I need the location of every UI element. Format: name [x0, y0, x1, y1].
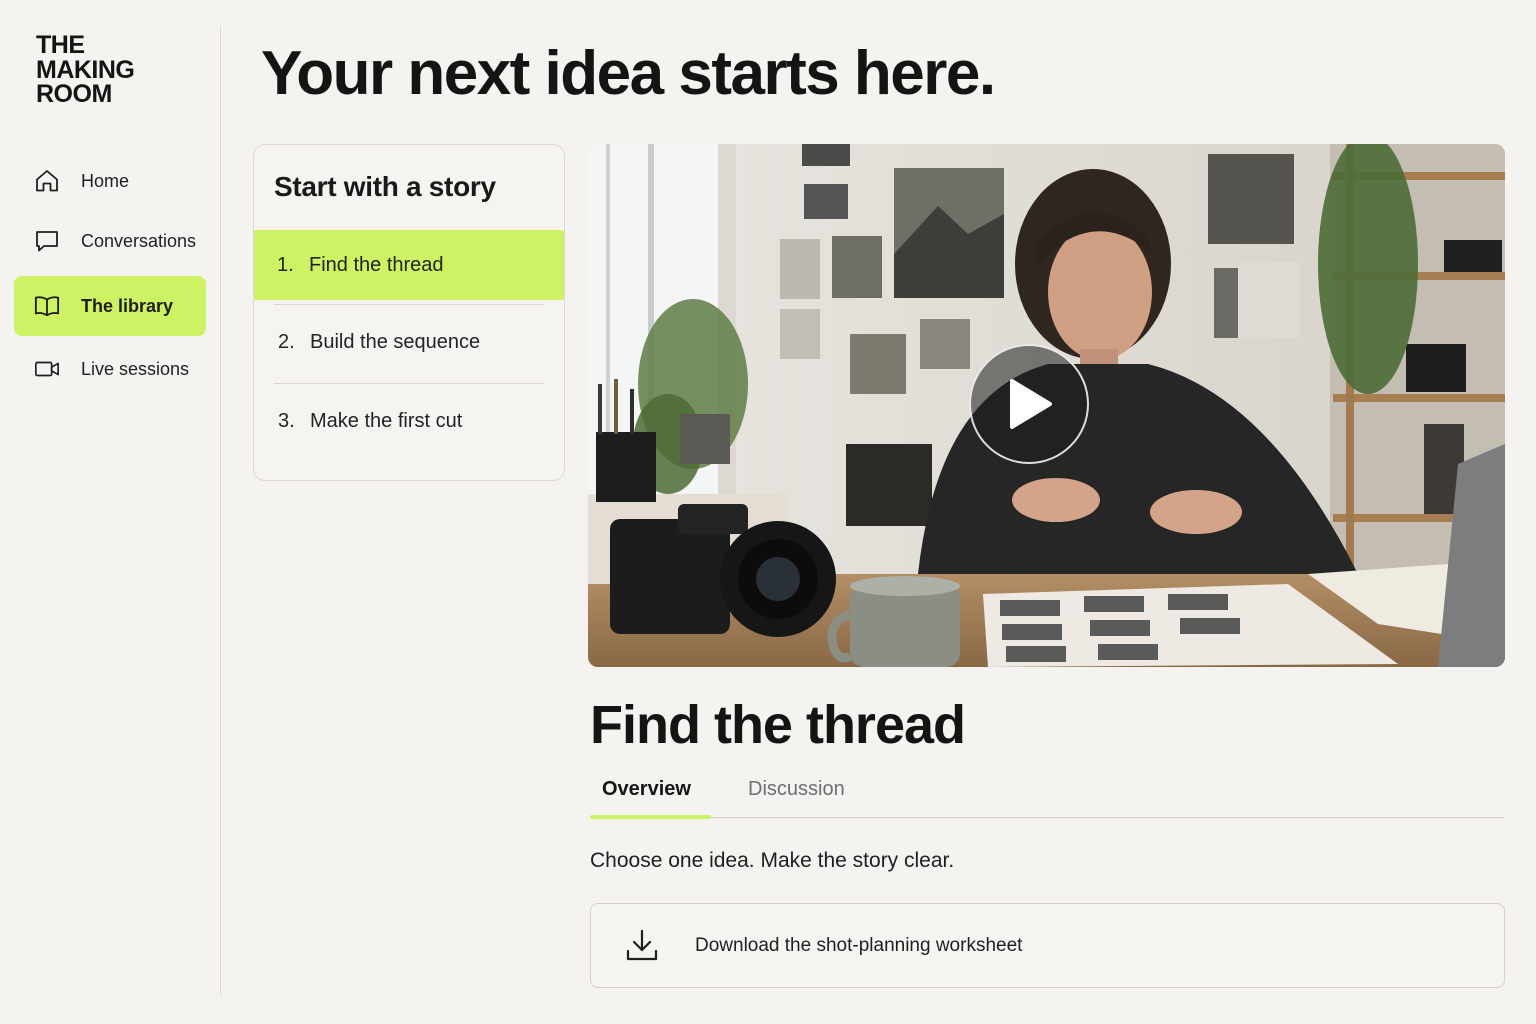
sidebar-divider — [220, 26, 221, 996]
lesson-list-card: Start with a story 1. Find the thread 2.… — [253, 144, 565, 481]
app-root: THE MAKING ROOM Home Conversations The l… — [0, 0, 1536, 1024]
sidebar-item-label: Conversations — [81, 230, 197, 251]
sidebar-item-live-sessions[interactable]: Live sessions — [14, 339, 206, 399]
tabs-divider — [590, 817, 1505, 818]
lesson-tabs: Overview Discussion — [590, 770, 1505, 819]
lesson-item-3[interactable]: 3. Make the first cut — [254, 386, 564, 456]
lesson-label: Build the sequence — [310, 330, 481, 353]
sidebar-item-conversations[interactable]: Conversations — [14, 211, 206, 271]
logo[interactable]: THE MAKING ROOM — [36, 31, 135, 108]
page-title: Your next idea starts here. — [261, 39, 996, 108]
play-button[interactable] — [969, 344, 1089, 464]
lesson-list-title: Start with a story — [274, 171, 496, 202]
download-icon — [623, 926, 661, 964]
lesson-number: 2. — [278, 330, 295, 353]
home-icon — [34, 168, 60, 194]
chat-bubble-icon — [34, 228, 60, 254]
lesson-heading: Find the thread — [590, 695, 966, 755]
lesson-label: Make the first cut — [310, 409, 463, 432]
active-tab-indicator — [590, 815, 711, 819]
logo-line-2: MAKING — [36, 55, 135, 84]
download-worksheet-button[interactable]: Download the shot-planning worksheet — [590, 903, 1505, 988]
sidebar-item-label: Live sessions — [81, 358, 190, 379]
sidebar-item-home[interactable]: Home — [14, 151, 206, 211]
lesson-item-1[interactable]: 1. Find the thread — [254, 230, 564, 300]
tab-discussion[interactable]: Discussion — [748, 778, 845, 801]
play-icon — [1010, 379, 1052, 429]
sidebar: THE MAKING ROOM Home Conversations The l… — [0, 0, 221, 1024]
overview-text: Choose one idea. Make the story clear. — [590, 849, 955, 872]
video-camera-icon — [34, 356, 60, 382]
lesson-number: 1. — [277, 253, 294, 276]
open-book-icon — [34, 293, 60, 319]
divider — [274, 304, 544, 305]
lesson-label: Find the thread — [309, 253, 444, 276]
download-label: Download the shot-planning worksheet — [695, 935, 1023, 956]
tab-overview[interactable]: Overview — [602, 778, 691, 801]
lesson-item-2[interactable]: 2. Build the sequence — [254, 307, 564, 377]
logo-line-3: ROOM — [36, 80, 112, 108]
lesson-number: 3. — [278, 409, 295, 432]
divider — [274, 383, 544, 384]
logo-line-1: THE — [36, 31, 85, 59]
sidebar-item-label: Home — [81, 170, 130, 191]
sidebar-item-library[interactable]: The library — [14, 276, 206, 336]
sidebar-item-label: The library — [81, 295, 174, 316]
